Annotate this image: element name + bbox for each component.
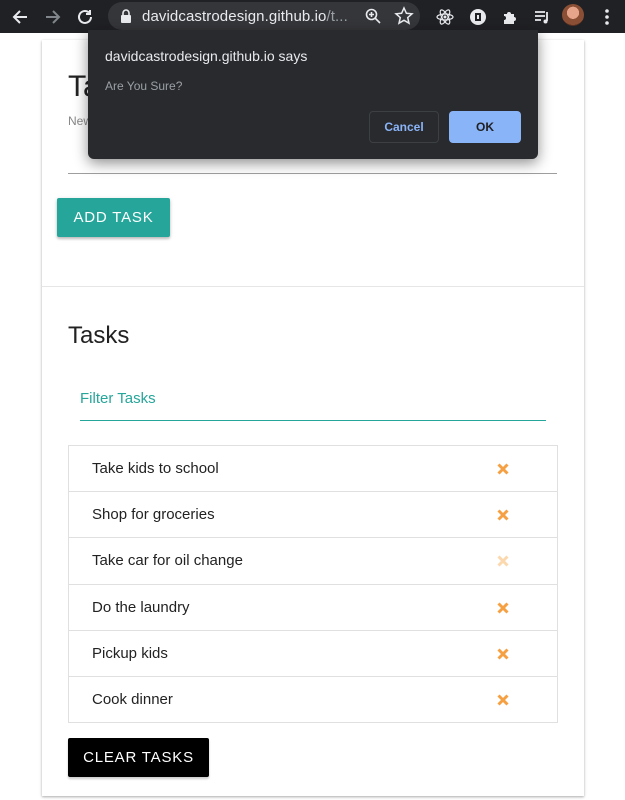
delete-x-icon[interactable]: [496, 462, 510, 476]
task-text: Cook dinner: [92, 690, 173, 708]
url-text: davidcastrodesign.github.io/t...: [142, 8, 348, 25]
avatar[interactable]: [562, 4, 584, 26]
dialog-title: davidcastrodesign.github.io says: [105, 48, 308, 64]
browser-toolbar: davidcastrodesign.github.io/t...: [0, 0, 625, 33]
task-item: Cook dinner: [69, 677, 557, 723]
tasks-heading: Tasks: [68, 322, 130, 349]
filter-tasks-input[interactable]: Filter Tasks: [80, 388, 546, 422]
ok-button[interactable]: OK: [449, 111, 521, 143]
kebab-menu-icon[interactable]: [594, 4, 620, 30]
filter-tasks-label: Filter Tasks: [80, 390, 156, 407]
address-bar[interactable]: davidcastrodesign.github.io/t...: [108, 2, 420, 30]
task-text: Pickup kids: [92, 644, 168, 662]
star-icon[interactable]: [394, 6, 414, 26]
task-text: Take kids to school: [92, 460, 219, 477]
delete-x-icon[interactable]: [496, 647, 510, 661]
back-arrow-icon[interactable]: [7, 4, 33, 30]
cancel-button[interactable]: Cancel: [369, 111, 439, 143]
new-task-input[interactable]: [68, 173, 557, 174]
task-item: Shop for groceries: [69, 492, 557, 539]
extension-icon[interactable]: [465, 4, 491, 30]
task-item: Do the laundry: [69, 585, 557, 631]
add-task-button[interactable]: ADD TASK: [57, 198, 170, 237]
section-divider: [42, 286, 584, 287]
url-host: davidcastrodesign.github.io: [142, 8, 327, 25]
zoom-icon[interactable]: [364, 7, 382, 25]
task-item: Take kids to school: [69, 446, 557, 493]
delete-x-icon[interactable]: [496, 554, 510, 568]
task-item: Take car for oil change: [69, 538, 557, 585]
task-list: Take kids to school Shop for groceries T…: [68, 445, 558, 723]
task-item: Pickup kids: [69, 631, 557, 677]
url-path: /t...: [326, 8, 348, 25]
clear-tasks-button[interactable]: CLEAR TASKS: [68, 738, 209, 777]
task-text: Take car for oil change: [92, 552, 243, 570]
task-text: Shop for groceries: [92, 506, 215, 524]
react-devtools-icon[interactable]: [432, 4, 458, 30]
puzzle-icon[interactable]: [497, 4, 523, 30]
delete-x-icon[interactable]: [496, 601, 510, 615]
reload-icon[interactable]: [72, 4, 98, 30]
lock-icon[interactable]: [120, 9, 132, 23]
delete-x-icon[interactable]: [496, 508, 510, 522]
delete-x-icon[interactable]: [496, 693, 510, 707]
filter-underline: [80, 420, 546, 421]
task-text: Do the laundry: [92, 598, 190, 616]
media-queue-icon[interactable]: [529, 4, 555, 30]
confirm-dialog: davidcastrodesign.github.io says Are You…: [88, 30, 538, 159]
dialog-message: Are You Sure?: [105, 79, 183, 93]
forward-arrow-icon[interactable]: [40, 4, 66, 30]
